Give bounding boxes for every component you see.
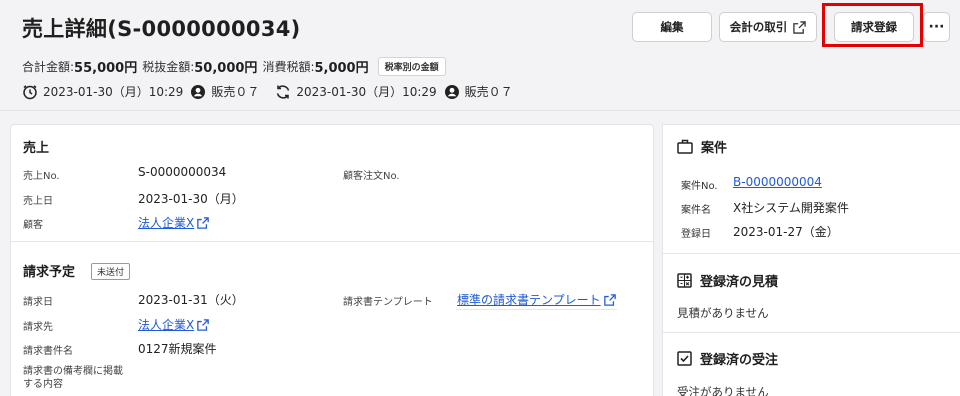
quotes-title-text: 登録済の見積 [700,275,779,290]
clock-icon [22,84,38,100]
project-name-label: 案件名 [681,205,711,216]
section-divider [11,241,655,242]
page-header: 売上詳細(S-0000000034) 編集 会計の取引 請求登録 ··· 合計金… [0,0,960,110]
quotes-section-title: 登録済の見積 [677,271,778,290]
billing-to-link[interactable]: 法人企業X [138,316,210,333]
accounting-transaction-button[interactable]: 会計の取引 [719,12,817,42]
side-divider [663,332,960,333]
billing-to-link-text: 法人企業X [138,318,195,332]
invoice-subject-value: 0127新規案件 [138,342,217,356]
invoice-template-link-text: 標準の請求書テンプレート [457,293,601,307]
status-badge: 未送付 [91,263,131,280]
amounts-summary: 合計金額: 55,000円 税抜金額: 50,000円 消費税額: 5,000円… [22,57,446,76]
invoice-template-label: 請求書テンプレート [343,297,433,308]
project-section-title: 案件 [677,137,727,156]
invoice-register-label: 請求登録 [851,20,897,34]
customer-link[interactable]: 法人企業X [138,214,210,231]
pretax-amount-value: 50,000円 [194,61,258,76]
total-amount-label: 合計金額: [22,60,75,74]
sales-detail-panel: 売上 売上No. S-0000000034 顧客注文No. 売上日 2023-0… [10,124,655,396]
sales-date-value: 2023-01-30（月） [138,192,244,206]
refresh-icon [275,84,291,100]
check-square-icon [677,351,692,366]
related-info-panel: 案件 案件No. B-0000000004 案件名 X社システム開発案件 登録日… [662,124,960,396]
created-at: 2023-01-30（月）10:29 [43,85,184,99]
invoice-remarks-label-cont: する内容 [23,379,63,390]
project-name-value: X社システム開発案件 [733,201,849,215]
record-meta: 2023-01-30（月）10:29 販売０７ 2023-01-30（月）10:… [22,83,513,100]
user-icon [190,84,206,100]
external-link-icon [197,216,210,229]
billing-date-value: 2023-01-31（火） [138,293,244,307]
project-no-label: 案件No. [681,181,718,192]
header-divider [0,110,960,111]
side-divider [663,253,960,254]
updated-at: 2023-01-30（月）10:29 [296,85,437,99]
accounting-transaction-label: 会計の取引 [729,20,788,34]
project-date-value: 2023-01-27（金） [733,225,839,239]
orders-title-text: 登録済の受注 [700,353,779,368]
orders-section-title: 登録済の受注 [677,349,778,368]
edit-button-label: 編集 [660,20,684,34]
tax-amount-label: 消費税額: [262,60,315,74]
customer-label: 顧客 [23,220,43,231]
sales-date-label: 売上日 [23,196,53,207]
updated-by: 販売０７ [464,85,513,99]
billing-date-label: 請求日 [23,297,53,308]
more-icon: ··· [928,19,945,35]
user-icon [444,84,460,100]
sales-no-label: 売上No. [23,171,60,182]
page-title: 売上詳細(S-0000000034) [22,17,301,41]
invoice-subject-label: 請求書件名 [23,346,73,357]
tax-breakdown-button[interactable]: 税率別の金額 [377,57,446,76]
calculator-icon [677,273,692,288]
external-link-icon [197,318,210,331]
customer-link-text: 法人企業X [138,216,195,230]
tax-amount-value: 5,000円 [314,61,369,76]
quotes-empty-text: 見積がありません [677,306,769,320]
external-link-icon [603,293,616,306]
total-amount-value: 55,000円 [74,61,138,76]
edit-button[interactable]: 編集 [632,12,712,42]
project-date-label: 登録日 [681,229,711,240]
more-menu-button[interactable]: ··· [923,12,950,42]
orders-empty-text: 受注がありません [677,385,769,396]
created-by: 販売０７ [211,85,260,99]
pretax-amount-label: 税抜金額: [142,60,195,74]
template-underline [457,309,617,310]
billing-section-title: 請求予定 [23,265,76,280]
sales-no-value: S-0000000034 [138,165,227,179]
invoice-template-link[interactable]: 標準の請求書テンプレート [457,291,616,308]
sales-section-title: 売上 [23,141,50,156]
briefcase-icon [677,139,693,154]
customer-order-no-label: 顧客注文No. [343,171,400,182]
invoice-register-button[interactable]: 請求登録 [834,12,914,42]
billing-to-label: 請求先 [23,322,53,333]
project-title-text: 案件 [701,141,728,156]
external-link-icon [793,20,806,34]
project-no-link[interactable]: B-0000000004 [733,175,822,189]
